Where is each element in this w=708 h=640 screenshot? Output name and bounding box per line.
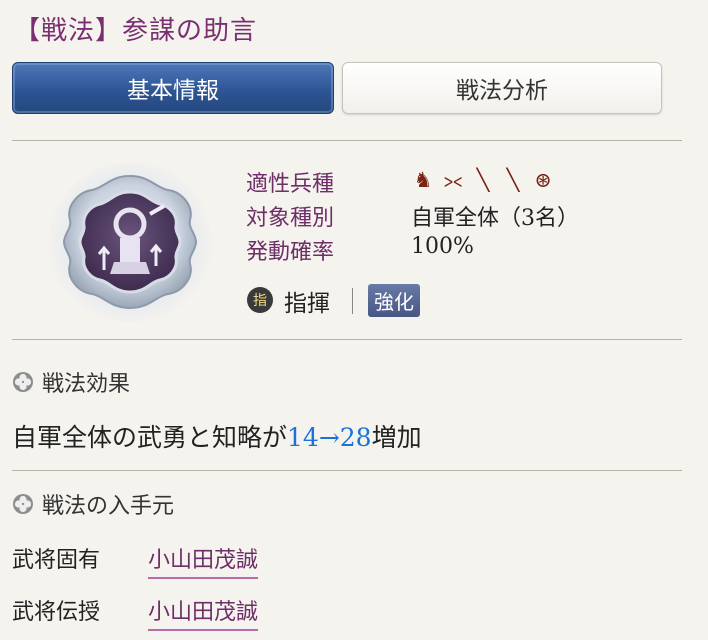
page-title: 【戦法】参謀の助言 (14, 16, 258, 46)
tab-basic-info[interactable]: 基本情報 (12, 62, 334, 114)
section-diamond-icon (13, 494, 33, 514)
section-diamond-icon (13, 372, 33, 392)
effect-value: 14→28 (287, 423, 372, 452)
tab-tactic-analysis[interactable]: 戦法分析 (342, 62, 662, 114)
tab-bar: 基本情報 戦法分析 (12, 62, 662, 114)
bow-icon: ⪥ (443, 168, 463, 192)
general-link[interactable]: 小山田茂誠 (148, 594, 259, 631)
divider (12, 140, 682, 141)
divider (12, 339, 682, 340)
divider (12, 470, 682, 471)
effect-text-prefix: 自軍全体の武勇と知略が (12, 423, 288, 452)
rate-label: 発動確率 (246, 240, 335, 265)
spear-icon: ╲ (506, 168, 520, 192)
cavalry-icon: ♞ (413, 168, 433, 192)
gun-icon: ╲ (476, 168, 490, 192)
general-link[interactable]: 小山田茂誠 (148, 542, 259, 579)
effect-heading-label: 戦法効果 (42, 372, 131, 397)
separator (352, 288, 353, 314)
tactic-emblem-icon (62, 174, 198, 310)
wheel-icon: ⊛ (534, 168, 552, 192)
target-label: 対象種別 (246, 206, 335, 231)
tactic-type-label: 指揮 (284, 291, 330, 317)
source-heading: 戦法の入手元 (12, 488, 174, 520)
source-heading-label: 戦法の入手元 (42, 494, 175, 519)
target-value: 自軍全体（3名） (411, 206, 579, 231)
troop-icons: ♞ ⪥ ╲ ╲ ⊛ (411, 168, 555, 192)
troop-label: 適性兵種 (246, 172, 335, 197)
source-label: 武将固有 (12, 548, 101, 573)
effect-heading: 戦法効果 (12, 366, 130, 398)
effect-text: 自軍全体の武勇と知略が14→28増加 (12, 418, 422, 454)
enhance-badge: 強化 (368, 284, 420, 317)
command-badge-icon: 指 (247, 287, 273, 313)
rate-value: 100% (411, 234, 474, 259)
effect-text-suffix: 増加 (371, 423, 422, 452)
source-label: 武将伝授 (12, 600, 101, 625)
